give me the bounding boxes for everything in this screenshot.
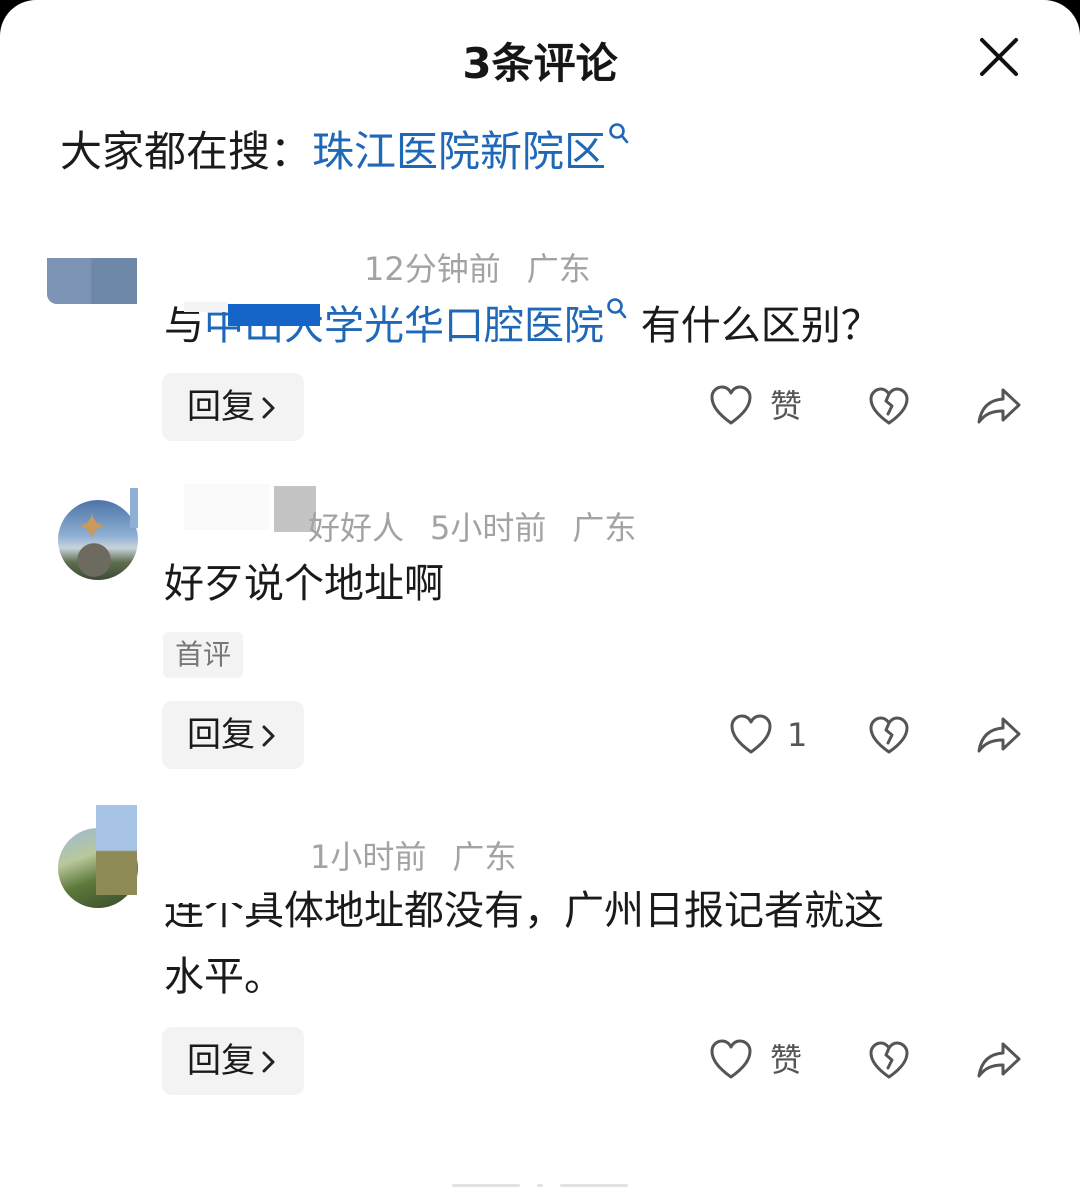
search-icon[interactable]: [608, 122, 630, 148]
comment-meta: 1小时前 广东: [310, 832, 516, 878]
sheet-title: 3条评论: [462, 39, 618, 88]
username-redacted: [180, 245, 360, 285]
like-count: 1: [787, 716, 808, 754]
broken-heart-icon: [869, 1041, 909, 1079]
redaction-mark: [96, 805, 137, 895]
like-button[interactable]: [709, 1037, 753, 1087]
search-icon[interactable]: [606, 297, 628, 323]
reply-button[interactable]: 回复: [162, 373, 304, 441]
reply-label: 回复: [187, 715, 255, 755]
share-button[interactable]: [976, 1040, 1022, 1090]
comment-time: 1小时前: [310, 838, 427, 876]
chevron-right-icon: [261, 396, 277, 420]
dislike-button[interactable]: [868, 386, 912, 436]
comment-time: 12分钟前: [364, 250, 501, 288]
first-comment-tag: 首评: [163, 632, 244, 678]
reply-button[interactable]: 回复: [162, 1027, 304, 1095]
comment-region: 广东: [452, 838, 517, 876]
comments-sheet: 3条评论 大家都在搜：珠江医院新院区 12分钟前 广东 与中山大学光华口腔医院 有…: [0, 0, 1080, 1199]
comment-region: 广东: [572, 509, 637, 547]
comment-text-line: 连个具体地址都没有，广州日报记者就这: [164, 888, 884, 934]
share-button[interactable]: [976, 715, 1022, 765]
share-icon: [977, 717, 1021, 753]
scroll-indicator: [452, 1184, 520, 1187]
comment-meta: 好好人 5小时前 广东: [308, 503, 636, 549]
comment-meta: 12分钟前 广东: [364, 244, 591, 290]
scroll-indicator: [537, 1184, 543, 1187]
reply-label: 回复: [187, 387, 255, 427]
avatar[interactable]: [47, 258, 137, 304]
chevron-right-icon: [261, 724, 277, 748]
redaction-mark: [164, 885, 264, 903]
comment-text: 好歹说个地址啊: [164, 561, 444, 607]
redaction-mark: [228, 304, 320, 326]
hot-search-bar: 大家都在搜：珠江医院新院区: [60, 118, 630, 179]
like-button[interactable]: [709, 383, 753, 433]
scroll-indicator: [560, 1184, 628, 1187]
comment-region: 广东: [526, 250, 591, 288]
comment-time: 5小时前: [430, 509, 547, 547]
comment-text-line: 水平。: [164, 954, 284, 1000]
comment-text: 连个具体地址都没有，广州日报记者就这 水平。: [164, 878, 884, 1010]
share-icon: [977, 1042, 1021, 1078]
chevron-right-icon: [261, 1050, 277, 1074]
redaction-mark: [130, 488, 138, 528]
dislike-button[interactable]: [868, 1040, 912, 1090]
broken-heart-icon: [869, 387, 909, 425]
hot-search-prefix: 大家都在搜：: [60, 127, 313, 176]
redaction-mark: [184, 302, 228, 312]
comment-text-suffix: 有什么区别？: [640, 303, 881, 349]
heart-icon: [710, 1039, 752, 1079]
like-label: 赞: [770, 387, 803, 425]
heart-icon: [730, 714, 772, 754]
hot-search-link[interactable]: 珠江医院新院区: [312, 127, 606, 176]
reply-label: 回复: [187, 1041, 255, 1081]
reply-button[interactable]: 回复: [162, 701, 304, 769]
close-icon: [980, 38, 1018, 76]
broken-heart-icon: [869, 716, 909, 754]
like-label: 赞: [770, 1041, 803, 1079]
comment-text: 与中山大学光华口腔医院 有什么区别？: [164, 293, 881, 359]
comment-author: 好好人: [308, 509, 405, 547]
share-button[interactable]: [976, 386, 1022, 436]
username-redacted: [184, 484, 270, 530]
share-icon: [977, 388, 1021, 424]
like-button[interactable]: [729, 712, 773, 762]
close-button[interactable]: [976, 34, 1022, 80]
avatar[interactable]: ✦: [58, 500, 138, 580]
heart-icon: [710, 385, 752, 425]
dislike-button[interactable]: [868, 715, 912, 765]
